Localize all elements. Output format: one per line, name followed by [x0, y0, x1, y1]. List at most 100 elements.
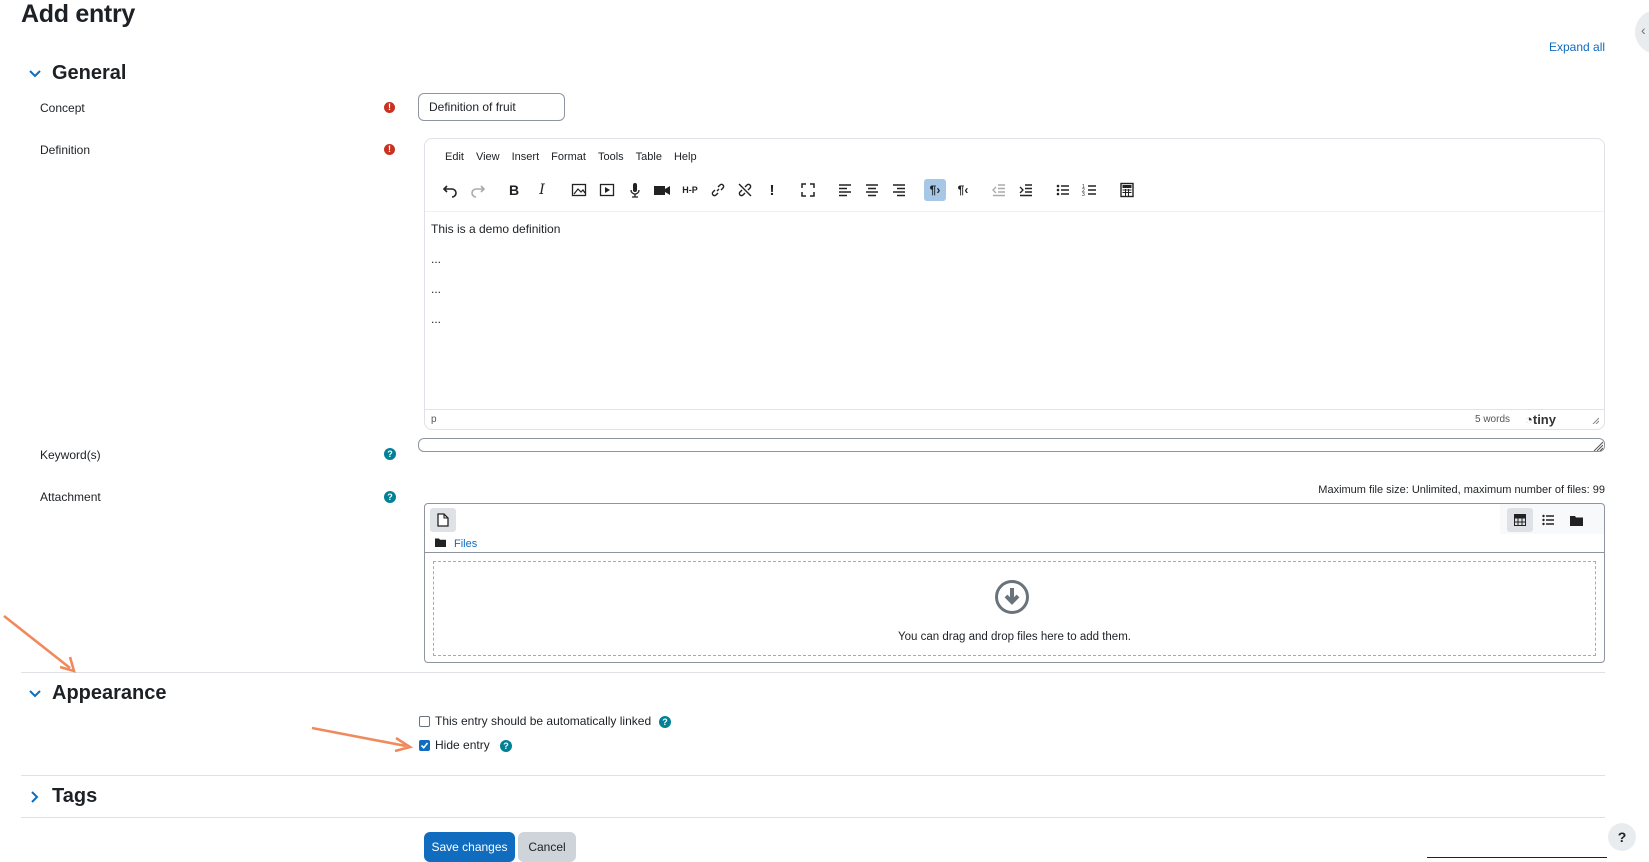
help-button[interactable]: ? — [1608, 823, 1636, 851]
hide-entry-checkbox[interactable] — [419, 740, 430, 751]
definition-label: Definition — [40, 143, 91, 157]
grid-icon — [1514, 514, 1526, 526]
align-right-icon[interactable] — [888, 179, 910, 201]
concept-label: Concept — [40, 101, 85, 115]
annotation-arrow-icon — [311, 726, 414, 752]
auto-link-label: This entry should be automatically linke… — [435, 714, 652, 728]
ltr-direction-icon[interactable]: ¶› — [924, 179, 946, 201]
h5p-icon[interactable]: H-P — [679, 179, 701, 201]
section-tags-toggle[interactable]: Tags — [26, 785, 97, 808]
view-tree-button[interactable] — [1563, 508, 1589, 532]
chevron-down-icon — [29, 689, 41, 697]
list-icon — [1542, 514, 1554, 526]
auto-link-checkbox[interactable] — [419, 716, 430, 727]
add-file-button[interactable] — [430, 508, 456, 532]
files-folder-link[interactable]: Files — [454, 538, 477, 550]
editor-menubar: Edit View Insert Format Tools Table Help — [439, 151, 703, 163]
help-icon[interactable]: ? — [384, 491, 396, 503]
rtl-direction-icon[interactable]: ¶‹ — [952, 179, 974, 201]
tiny-brand-label: tiny — [1532, 412, 1556, 427]
word-count[interactable]: 5 words — [1475, 414, 1510, 425]
footer-line — [1427, 857, 1607, 858]
tiny-logo[interactable]: ◔tiny — [1525, 412, 1556, 427]
help-icon[interactable]: ? — [500, 740, 512, 752]
menu-insert[interactable]: Insert — [506, 151, 546, 163]
unlink-icon[interactable] — [734, 179, 756, 201]
section-divider — [21, 817, 1605, 818]
expand-all-link[interactable]: Expand all — [1549, 40, 1605, 54]
editor-statusbar: p 5 words ◔tiny — [425, 409, 1604, 429]
section-appearance-toggle[interactable]: Appearance — [26, 682, 167, 705]
chevron-right-icon — [31, 790, 39, 803]
menu-edit[interactable]: Edit — [439, 151, 470, 163]
menu-table[interactable]: Table — [630, 151, 668, 163]
section-appearance-title: Appearance — [52, 682, 167, 704]
element-path[interactable]: p — [431, 414, 437, 425]
annotation-arrow-icon — [3, 614, 76, 673]
keywords-input[interactable] — [418, 438, 1605, 452]
save-changes-button[interactable]: Save changes — [424, 832, 515, 862]
bullet-list-icon[interactable] — [1052, 179, 1074, 201]
section-general-title: General — [52, 62, 127, 84]
outdent-icon[interactable] — [988, 179, 1010, 201]
file-icon — [437, 513, 449, 527]
editor-content-area[interactable]: This is a demo definition ... ... ... — [425, 211, 1604, 409]
section-divider — [21, 775, 1605, 776]
menu-view[interactable]: View — [470, 151, 506, 163]
concept-input[interactable]: Definition of fruit — [418, 93, 565, 121]
help-icon[interactable]: ? — [384, 448, 396, 460]
link-icon[interactable] — [707, 179, 729, 201]
section-divider — [21, 672, 1605, 673]
folder-icon — [435, 538, 446, 547]
page-title: Add entry — [21, 0, 135, 28]
cancel-button[interactable]: Cancel — [518, 832, 576, 862]
align-left-icon[interactable] — [834, 179, 856, 201]
definition-editor: Edit View Insert Format Tools Table Help… — [424, 138, 1605, 430]
check-icon — [420, 742, 429, 749]
keywords-label: Keyword(s) — [40, 448, 101, 462]
align-center-icon[interactable] — [861, 179, 883, 201]
chevron-down-icon — [29, 69, 41, 77]
bold-icon[interactable]: B — [503, 179, 525, 201]
help-icon[interactable]: ? — [659, 716, 671, 728]
image-icon[interactable] — [568, 179, 590, 201]
editor-line: ... — [431, 252, 442, 266]
undo-icon[interactable] — [439, 179, 461, 201]
editor-line: ... — [431, 282, 442, 296]
attachment-label: Attachment — [40, 490, 101, 504]
view-grid-button[interactable] — [1507, 508, 1533, 532]
chevron-left-icon: ‹ — [1641, 22, 1646, 38]
exclamation-icon[interactable]: ! — [761, 179, 783, 201]
video-camera-icon[interactable] — [651, 179, 673, 201]
file-drop-zone[interactable]: You can drag and drop files here to add … — [433, 561, 1596, 656]
italic-icon[interactable]: I — [531, 179, 553, 201]
media-icon[interactable] — [596, 179, 618, 201]
resize-handle-icon[interactable] — [1591, 416, 1600, 427]
hide-entry-label: Hide entry — [435, 738, 490, 752]
resize-handle-icon[interactable] — [1592, 440, 1603, 451]
required-icon: ! — [384, 102, 395, 113]
menu-help[interactable]: Help — [668, 151, 703, 163]
max-file-info: Maximum file size: Unlimited, maximum nu… — [1318, 484, 1605, 496]
indent-icon[interactable] — [1015, 179, 1037, 201]
section-tags-title: Tags — [52, 785, 98, 807]
tiny-brand-icon: ◔ — [1525, 412, 1533, 427]
download-arrow-icon — [995, 580, 1029, 614]
drawer-toggle-button[interactable]: ‹ — [1635, 10, 1649, 54]
drop-hint-text: You can drag and drop files here to add … — [898, 631, 1131, 643]
menu-tools[interactable]: Tools — [592, 151, 630, 163]
redo-icon[interactable] — [467, 179, 489, 201]
file-manager: Files You can drag and drop files here t… — [424, 503, 1605, 663]
svg-text:3: 3 — [1082, 192, 1085, 198]
required-icon: ! — [384, 144, 395, 155]
view-list-button[interactable] — [1535, 508, 1561, 532]
calculator-icon[interactable] — [1116, 179, 1138, 201]
editor-line: ... — [431, 312, 442, 326]
menu-format[interactable]: Format — [545, 151, 592, 163]
folder-icon — [1569, 515, 1583, 526]
numbered-list-icon[interactable]: 123 — [1079, 179, 1101, 201]
section-general-toggle[interactable]: General — [26, 62, 126, 85]
fullscreen-icon[interactable] — [797, 179, 819, 201]
microphone-icon[interactable] — [624, 179, 646, 201]
editor-line: This is a demo definition — [431, 222, 561, 236]
